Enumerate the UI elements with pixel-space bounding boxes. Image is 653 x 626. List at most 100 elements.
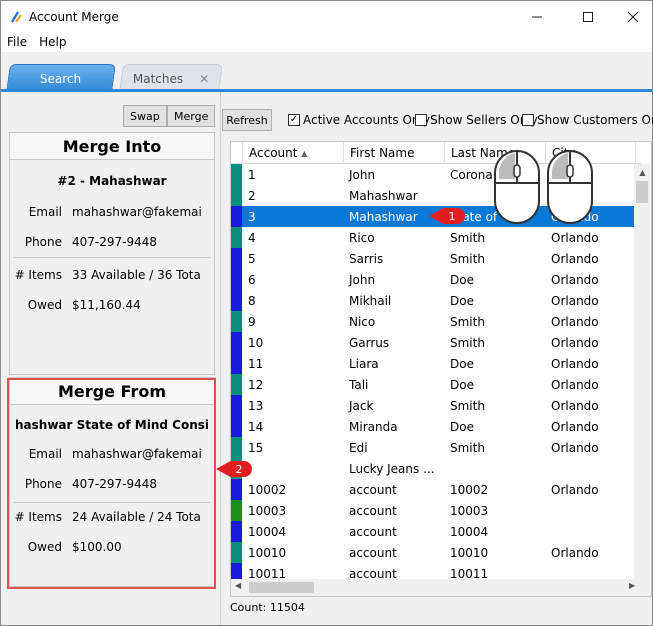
cell-city: Orlando (551, 419, 599, 434)
table-row[interactable]: 13 Jack Smith Orlando (231, 395, 635, 416)
table-row[interactable]: 10002 account 10002 Orlando (231, 479, 635, 500)
merge-button[interactable]: Merge (167, 105, 216, 127)
cell-last-name: 10003 (450, 503, 489, 518)
merge-into-header: Merge Into (10, 133, 214, 160)
account-type-swatch (231, 353, 242, 374)
cell-first-name: account (349, 482, 397, 497)
horizontal-scrollbar[interactable]: ◀ ▶ (231, 579, 651, 596)
merge-into-phone: 407-297-9448 (72, 235, 158, 249)
cell-account: 10004 (248, 524, 287, 539)
cell-account (242, 458, 343, 479)
cell-first-name: Garrus (349, 335, 390, 350)
cell-last-name: Smith (450, 398, 485, 413)
cell-account: 15 (248, 440, 264, 455)
cell-last-name: Doe (450, 419, 474, 434)
table-row[interactable]: 15 Edi Smith Orlando (231, 437, 635, 458)
maximize-button[interactable] (565, 1, 611, 32)
column-account[interactable]: Account ▲ (243, 142, 344, 164)
column-first-name[interactable]: First Name (344, 142, 445, 164)
merge-from-card: Merge From hashwar State of Mind Consi E… (9, 377, 215, 587)
cell-account: 10 (248, 335, 264, 350)
table-row[interactable]: 6 John Doe Orlando (231, 269, 635, 290)
close-button[interactable] (610, 1, 653, 32)
account-type-swatch (231, 437, 242, 458)
merge-into-email-row: Email mahashwar@fakemai (28, 205, 202, 219)
cell-last-name: Doe (450, 377, 474, 392)
scroll-right-icon[interactable]: ▶ (629, 581, 635, 590)
cell-account: 5 (248, 251, 256, 266)
account-type-swatch (231, 500, 242, 521)
merge-from-phone: 407-297-9448 (72, 477, 158, 491)
cell-last-name: Doe (450, 356, 474, 371)
cell-account: 12 (248, 377, 264, 392)
cell-account: 10002 (248, 482, 287, 497)
cell-first-name: Rico (349, 230, 375, 245)
divider (14, 502, 210, 503)
account-type-swatch (231, 542, 242, 563)
account-type-swatch (231, 521, 242, 542)
menu-bar: File Help (1, 32, 652, 52)
show-sellers-checkbox[interactable]: Show Sellers Only (415, 113, 538, 127)
cell-account: 14 (248, 419, 264, 434)
cell-last-name: Smith (450, 251, 485, 266)
scrollbar-thumb[interactable] (636, 181, 648, 203)
cell-first-name: Tali (349, 377, 369, 392)
cell-last-name: 10002 (450, 482, 489, 497)
hscrollbar-thumb[interactable] (249, 582, 314, 593)
merge-into-name: #2 - Mahashwar (57, 174, 167, 188)
table-row[interactable]: 10 Garrus Smith Orlando (231, 332, 635, 353)
cell-city: Orlando (551, 356, 599, 371)
tab-close-icon[interactable]: ✕ (199, 72, 209, 86)
cell-first-name: Mahashwar (349, 188, 418, 203)
callout-1: 1 (429, 208, 465, 224)
merge-from-email: mahashwar@fakemai (72, 447, 202, 461)
table-row[interactable]: Lucky Jeans ... (231, 458, 635, 479)
table-row[interactable]: 10004 account 10004 (231, 521, 635, 542)
table-row[interactable]: 10003 account 10003 (231, 500, 635, 521)
cell-city (545, 458, 635, 479)
cell-first-name: John (349, 167, 376, 182)
account-type-swatch (231, 395, 242, 416)
table-row[interactable]: 12 Tali Doe Orlando (231, 374, 635, 395)
minimize-button[interactable] (514, 1, 560, 32)
app-icon (11, 10, 22, 23)
show-customers-checkbox[interactable]: Show Customers Only (522, 113, 653, 127)
menu-file[interactable]: File (1, 35, 33, 49)
vertical-scrollbar[interactable]: ▲ (634, 164, 651, 581)
table-row[interactable]: 4 Rico Smith Orlando (231, 227, 635, 248)
cell-account: 2 (248, 188, 256, 203)
tab-matches[interactable]: Matches ✕ (119, 64, 223, 92)
table-row[interactable]: 9 Nico Smith Orlando (231, 311, 635, 332)
account-type-swatch (231, 416, 242, 437)
active-accounts-checkbox[interactable]: ✓ Active Accounts Only (288, 113, 430, 127)
table-row[interactable]: 5 Sarris Smith Orlando (231, 248, 635, 269)
cell-last-name: Smith (450, 230, 485, 245)
table-row[interactable]: 11 Liara Doe Orlando (231, 353, 635, 374)
scroll-left-icon[interactable]: ◀ (235, 581, 241, 590)
table-body: 1JohnCorona2Mahashwar3MahashwarState ofO… (231, 164, 635, 584)
cell-last-name (444, 458, 545, 479)
tab-search[interactable]: Search (6, 64, 116, 92)
cell-first-name: Lucky Jeans ... (349, 461, 435, 476)
account-type-swatch (231, 269, 242, 290)
cell-first-name: Sarris (349, 251, 384, 266)
table-row[interactable]: 8 Mikhail Doe Orlando (231, 290, 635, 311)
cell-last-name: 10010 (450, 545, 489, 560)
merge-into-phone-row: Phone 407-297-9448 (24, 235, 158, 249)
cell-account: 6 (248, 272, 256, 287)
cell-first-name: Edi (349, 440, 368, 455)
scroll-up-icon[interactable]: ▲ (634, 164, 651, 181)
record-count: Count: 11504 (230, 601, 305, 614)
account-type-swatch (231, 479, 242, 500)
table-row[interactable]: 10010 account 10010 Orlando (231, 542, 635, 563)
refresh-button[interactable]: Refresh (222, 109, 272, 131)
mouse-click-icon (547, 150, 593, 224)
table-row[interactable]: 14 Miranda Doe Orlando (231, 416, 635, 437)
menu-help[interactable]: Help (33, 35, 72, 49)
cell-first-name: Liara (349, 356, 379, 371)
sort-ascending-icon: ▲ (301, 148, 308, 158)
cell-last-name: Smith (450, 440, 485, 455)
cell-city: Orlando (551, 377, 599, 392)
merge-from-name: hashwar State of Mind Consi (15, 418, 209, 432)
swap-button[interactable]: Swap (123, 105, 167, 127)
